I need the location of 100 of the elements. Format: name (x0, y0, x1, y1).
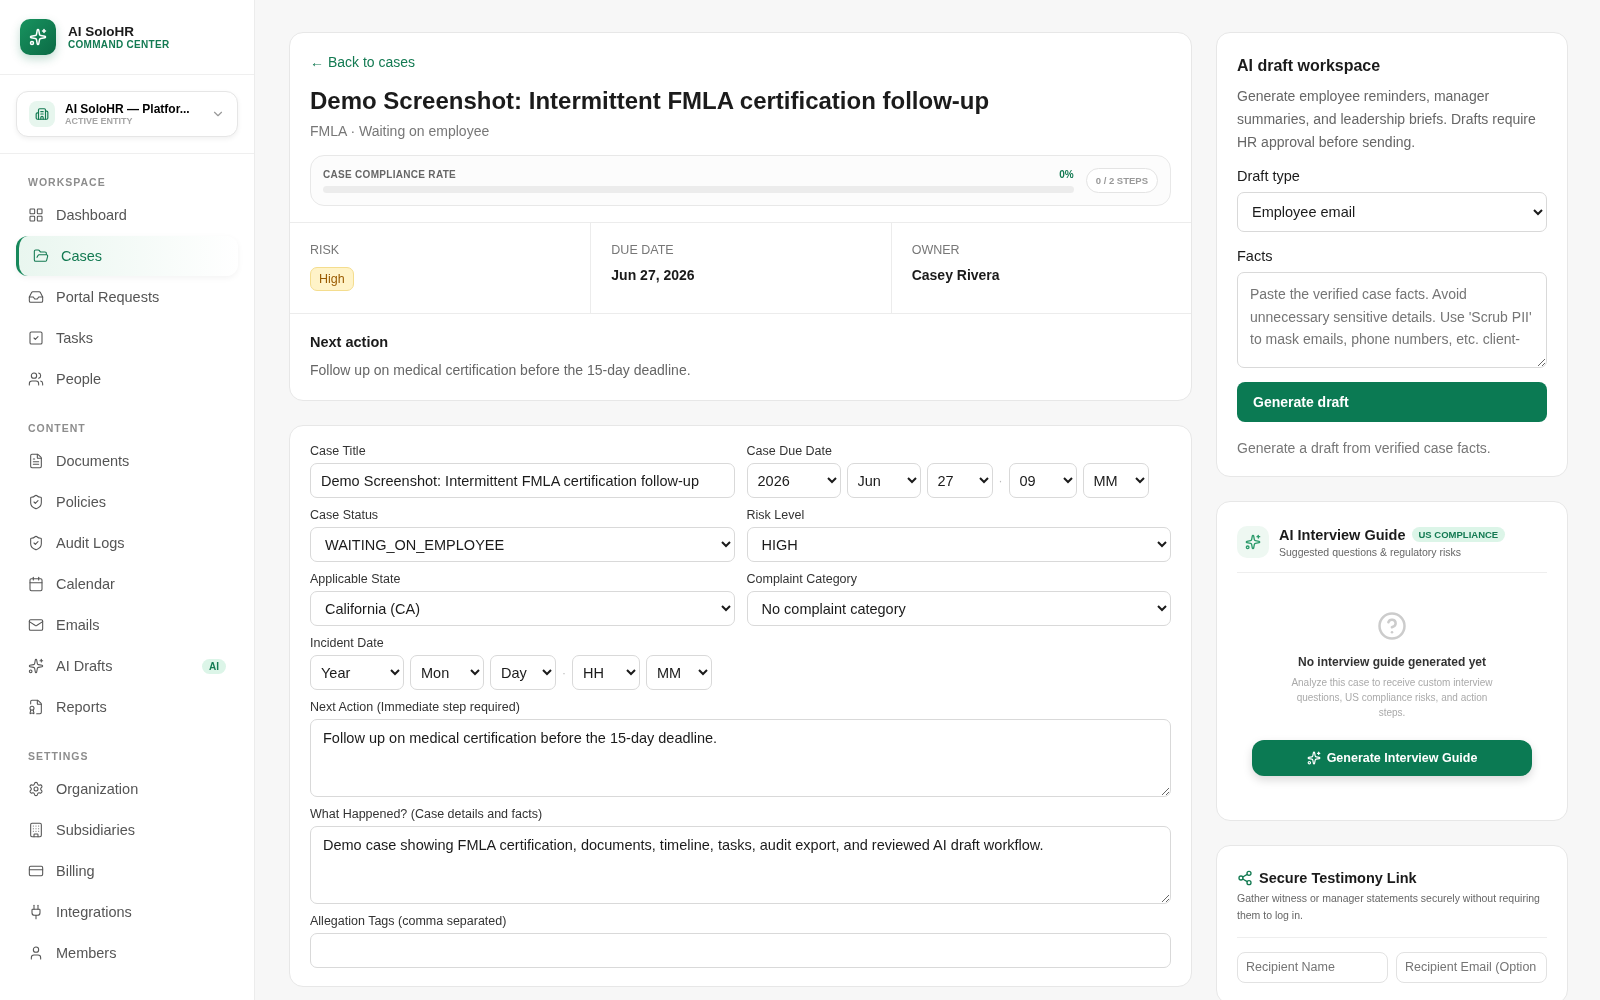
field-label: Risk Level (746, 508, 806, 522)
date-select[interactable]: 2026 (746, 463, 841, 498)
building-icon (28, 822, 44, 838)
shield-icon (28, 535, 44, 551)
grid-icon (28, 207, 44, 223)
nav-item[interactable]: Reports (16, 687, 238, 727)
section-heading: SETTINGS (27, 749, 90, 764)
section-heading: WORKSPACE (27, 175, 107, 190)
select-field[interactable]: No complaint category (746, 591, 1171, 626)
separator-dot: · (998, 473, 1003, 488)
date-select[interactable]: 27 (926, 463, 993, 498)
recipient-email-field[interactable]: Recipient Email (Option (1396, 951, 1547, 983)
nav-item[interactable]: AI Drafts AI (16, 646, 238, 686)
settings-icon (28, 781, 44, 797)
nav-item[interactable]: Tasks (16, 318, 238, 358)
mail-icon (28, 617, 44, 633)
stat-label: DUE DATE (611, 243, 675, 257)
field-label: What Happened? (Case details and facts) (310, 807, 544, 821)
calendar-icon (28, 576, 44, 592)
text-field[interactable]: Demo Screenshot: Intermittent FMLA certification follow-up (310, 463, 735, 498)
nav-item[interactable]: Policies (16, 482, 238, 522)
card-description: Gather witness or manager statements securely without requiring them to log in. (1237, 890, 1547, 938)
checkbox-icon (28, 330, 44, 346)
plug-icon (28, 904, 44, 920)
folder-icon (33, 248, 49, 264)
risk-badge: High (310, 267, 354, 291)
select-field[interactable]: HIGH (746, 527, 1171, 562)
stat-value: Jun 27, 2026 (611, 267, 696, 283)
entity-switcher[interactable]: AI SoloHR — Platfor... ACTIVE ENTITY (16, 91, 238, 137)
compliance-percent: 0% (1059, 168, 1074, 180)
hint-text: Generate a draft from verified case facts. (1237, 440, 1492, 457)
generate-guide-button[interactable]: Generate Interview Guide (1252, 740, 1532, 777)
recipient-name-field[interactable]: Recipient Name (1237, 951, 1388, 983)
next-action-text: Follow up on medical certification before the 15-day deadline. (310, 362, 692, 378)
empty-text: Analyze this case to receive custom interview questions, US compliance risks, and action steps. (1290, 676, 1494, 721)
draft-type-select[interactable]: Employee email (1237, 192, 1547, 233)
nav-item[interactable]: Emails (16, 605, 238, 645)
date-select[interactable]: Jun (846, 463, 921, 498)
generate-draft-button[interactable]: Generate draft (1237, 382, 1547, 423)
sparkles-icon (1306, 751, 1321, 766)
field-label: Draft type (1237, 168, 1301, 185)
card-title: Secure Testimony Link (1259, 870, 1417, 887)
nav-item[interactable]: Documents (16, 441, 238, 481)
sparkles-icon (28, 658, 44, 674)
time-select[interactable]: 09 (1008, 463, 1077, 498)
time-select[interactable]: HH (572, 655, 640, 690)
case-subtitle: FMLA · Waiting on employee (310, 123, 491, 139)
select-field[interactable]: California (CA) (310, 591, 735, 626)
time-select[interactable]: MM (646, 655, 712, 690)
building-icon (29, 101, 55, 127)
next-action-heading: Next action (310, 334, 390, 350)
empty-title: No interview guide generated yet (1297, 655, 1486, 670)
card-description: Generate employee reminders, manager summaries, and leadership briefs. Drafts require HR approval before sending. (1237, 87, 1537, 153)
text-field[interactable] (310, 933, 1171, 968)
brand-subtitle: COMMAND CENTER (68, 39, 170, 50)
nav-item[interactable]: Calendar (16, 564, 238, 604)
card-icon (28, 863, 44, 879)
text-area[interactable]: Demo case showing FMLA certification, documents, timeline, tasks, audit export, and reviewed AI draft workflow. (310, 826, 1171, 904)
date-select[interactable]: Day (490, 655, 556, 690)
select-field[interactable]: WAITING_ON_EMPLOYEE (310, 527, 735, 562)
field-label: Case Title (310, 444, 367, 458)
inbox-icon (28, 289, 44, 305)
nav-item[interactable]: Integrations (16, 892, 238, 932)
field-label: Facts (1237, 248, 1274, 265)
nav-item[interactable]: Portal Requests (16, 277, 238, 317)
field-label: Incident Date (310, 636, 385, 650)
document-icon (28, 453, 44, 469)
nav-item[interactable]: Organization (16, 769, 238, 809)
text-area[interactable]: Follow up on medical certification before the 15-day deadline. (310, 719, 1171, 797)
nav-item[interactable]: People (16, 359, 238, 399)
date-select[interactable]: Year (310, 655, 404, 690)
sparkles-icon (1237, 526, 1269, 559)
nav-item[interactable]: Billing (16, 851, 238, 891)
nav-item[interactable]: Audit Logs (16, 523, 238, 563)
case-title: Demo Screenshot: Intermittent FMLA certification follow-up (310, 87, 991, 115)
ai-badge: AI (202, 658, 226, 674)
back-link[interactable]: ← Back to cases (310, 54, 416, 70)
facts-field[interactable]: Paste the verified case facts. Avoid unnecessary sensitive details. Use 'Scrub PII' to mask emails, phone numbers, etc. client- (1237, 272, 1547, 369)
user-icon (28, 945, 44, 961)
question-icon (1377, 611, 1407, 642)
card-subtitle: Suggested questions & regulatory risks (1279, 545, 1463, 558)
logo-icon (20, 19, 56, 55)
nav-item[interactable]: Subsidiaries (16, 810, 238, 850)
people-icon (28, 371, 44, 387)
stat-label: OWNER (911, 243, 961, 257)
date-select[interactable]: Mon (410, 655, 484, 690)
shield-icon (28, 494, 44, 510)
brand-name: AI SoloHR (68, 24, 135, 39)
field-label: Next Action (Immediate step required) (310, 700, 521, 714)
separator-dot: · (562, 665, 566, 680)
nav-item[interactable]: Members (16, 933, 238, 973)
time-select[interactable]: MM (1082, 463, 1149, 498)
card-title: AI Interview Guide (1279, 526, 1406, 543)
nav-item[interactable]: Cases (16, 236, 238, 276)
share-icon (1237, 870, 1253, 887)
compliance-badge: US COMPLIANCE (1411, 527, 1506, 543)
compliance-label: CASE COMPLIANCE RATE (323, 168, 457, 180)
field-label: Allegation Tags (comma separated) (310, 914, 508, 928)
nav-item[interactable]: Dashboard (16, 195, 238, 235)
section-heading: CONTENT (27, 421, 87, 436)
